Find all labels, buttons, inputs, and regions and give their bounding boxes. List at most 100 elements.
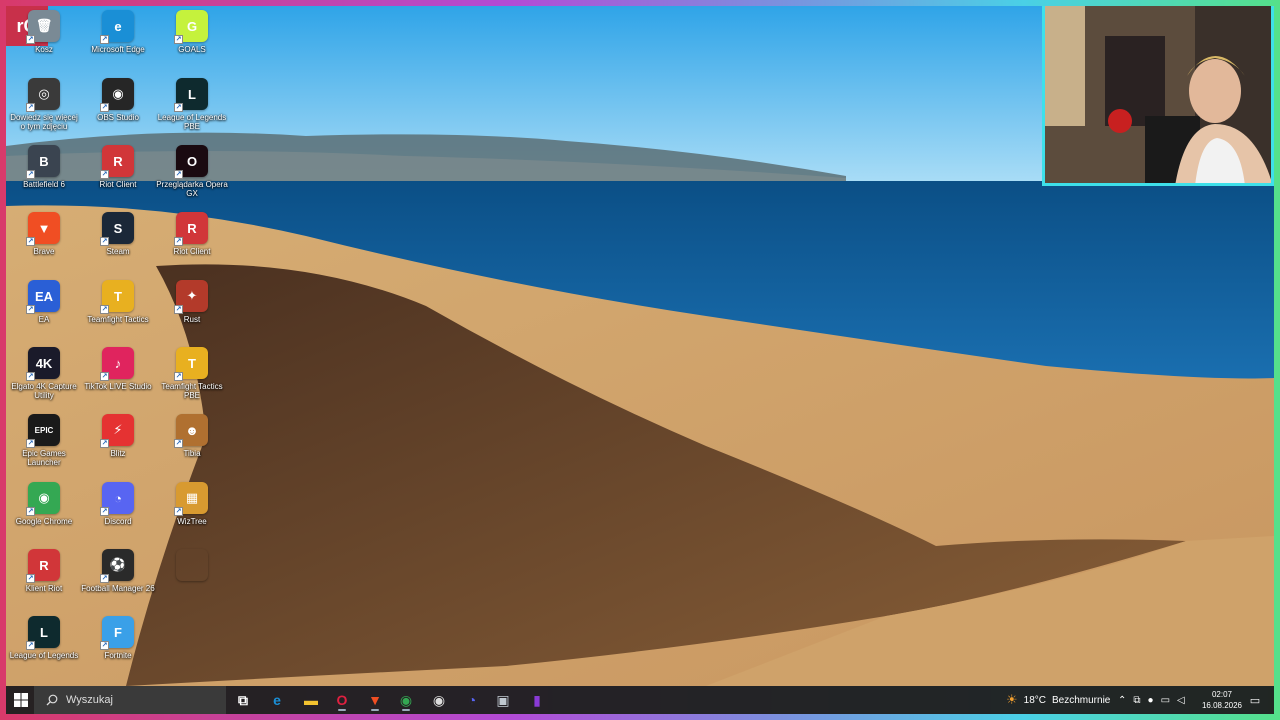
desktop-icon[interactable]: G ↗ GOALS — [155, 10, 229, 74]
taskbar-app-button[interactable]: ⧉ — [228, 688, 258, 712]
edge-icon: e ↗ — [100, 10, 134, 44]
shortcut-arrow-icon: ↗ — [26, 574, 35, 583]
shortcut-arrow-icon: ↗ — [26, 305, 35, 314]
start-button[interactable] — [6, 688, 36, 712]
shortcut-arrow-icon: ↗ — [100, 305, 109, 314]
desktop-icon[interactable]: ☻ ↗ Tibia — [155, 414, 229, 478]
desktop-icon[interactable]: B ↗ Battlefield 6 — [7, 145, 81, 209]
recycle-bin-icon: 🗑 ↗ — [26, 10, 60, 44]
desktop-icon-label: EA — [38, 315, 50, 324]
app-icon: ▣ — [496, 691, 510, 708]
shortcut-arrow-icon: ↗ — [174, 237, 183, 246]
desktop-icon[interactable]: EA ↗ EA — [7, 280, 81, 344]
taskbar-app-button[interactable]: ◉ — [391, 688, 421, 712]
desktop-icon-label: Steam — [106, 247, 130, 256]
chevron-up-icon[interactable]: ⌃ — [1118, 695, 1126, 706]
taskbar-app-button[interactable]: ◔ — [457, 688, 487, 712]
epic-icon: EPIC ↗ — [26, 414, 60, 448]
fortnite-icon: F ↗ — [100, 616, 134, 650]
desktop-icon[interactable]: R ↗ Klient Riot — [7, 549, 81, 613]
desktop-icon[interactable]: ◉ ↗ OBS Studio — [81, 78, 155, 142]
taskbar-app-button[interactable]: ▣ — [488, 688, 518, 712]
weather-desc: Bezchmurnie — [1052, 694, 1111, 706]
desktop-icon-label: Epic Games Launcher — [22, 449, 66, 467]
desktop-icon[interactable]: L ↗ League of Legends PBE — [155, 78, 229, 142]
desktop-icon[interactable]: e ↗ Microsoft Edge — [81, 10, 155, 74]
desktop-icon[interactable]: ⚽ ↗ Football Manager 26 — [81, 549, 155, 613]
desktop-icon-label: Brave — [33, 247, 55, 256]
system-tray: ⌃ ⧉ ● ▭ ◁ — [1118, 686, 1185, 714]
running-indicator — [338, 709, 346, 711]
desktop-icon[interactable]: S ↗ Steam — [81, 212, 155, 276]
notification-icon: ▭ — [1249, 694, 1261, 707]
desktop-icon[interactable]: ✦ ↗ Rust — [155, 280, 229, 344]
desktop-icon[interactable]: R ↗ Riot Client — [81, 145, 155, 209]
desktop-icon[interactable]: ◔ ↗ Discord — [81, 482, 155, 546]
tibia-icon: ☻ ↗ — [174, 414, 208, 448]
desktop-icon[interactable]: T ↗ Teamfight Tactics — [81, 280, 155, 344]
desktop-icon-label: Rust — [183, 315, 201, 324]
shortcut-arrow-icon: ↗ — [100, 641, 109, 650]
battlefield-icon: B ↗ — [26, 145, 60, 179]
weather-widget[interactable]: ☀ 18°C Bezchmurnie — [1006, 686, 1110, 714]
shortcut-arrow-icon: ↗ — [100, 35, 109, 44]
task-view-icon: ⧉ — [238, 691, 248, 708]
edge-icon: e — [273, 692, 281, 708]
shortcut-arrow-icon: ↗ — [26, 103, 35, 112]
notifications-button[interactable]: ▭ — [1240, 688, 1270, 712]
desktop-icon-label: Przeglądarka Opera GX — [156, 180, 228, 198]
desktop-icon[interactable]: ◉ ↗ Google Chrome — [7, 482, 81, 546]
desktop-icon[interactable]: O ↗ Przeglądarka Opera GX — [155, 145, 229, 209]
desktop-icon[interactable]: ▼ ↗ Brave — [7, 212, 81, 276]
desktop-icon[interactable]: F ↗ Fortnite — [81, 616, 155, 680]
rust-icon: ✦ ↗ — [174, 280, 208, 314]
taskbar-app-button[interactable]: ▼ — [360, 688, 390, 712]
desktop-icon[interactable]: ♪ ↗ TikTok LIVE Studio — [81, 347, 155, 411]
desktop-icon[interactable]: L ↗ League of Legends — [7, 616, 81, 680]
weather-temp: 18°C — [1023, 694, 1046, 706]
shortcut-arrow-icon: ↗ — [100, 170, 109, 179]
shortcut-arrow-icon: ↗ — [174, 35, 183, 44]
desktop-icon[interactable]: T ↗ Teamfight Tactics PBE — [155, 347, 229, 411]
desktop-icon[interactable]: EPIC ↗ Epic Games Launcher — [7, 414, 81, 478]
desktop-icon[interactable]: ⚡ ↗ Blitz — [81, 414, 155, 478]
desktop-icon[interactable]: 4K ↗ Elgato 4K Capture Utility — [7, 347, 81, 411]
taskbar-app-button[interactable]: ▬ — [296, 688, 326, 712]
desktop-icon[interactable]: 🗑 ↗ Kosz — [7, 10, 81, 74]
shortcut-arrow-icon: ↗ — [100, 103, 109, 112]
taskbar-app-button[interactable]: ▮ — [522, 688, 552, 712]
network-icon[interactable]: ⧉ — [1133, 695, 1140, 706]
desktop-icon[interactable]: ◎ ↗ Dowiedz się więcej o tym zdjęciu — [7, 78, 81, 142]
shortcut-arrow-icon: ↗ — [174, 372, 183, 381]
taskbar-app-button[interactable]: e — [262, 688, 292, 712]
desktop-icon-label: Football Manager 26 — [81, 584, 155, 593]
running-indicator — [402, 709, 410, 711]
brave-icon: ▼ ↗ — [26, 212, 60, 246]
taskbar-app-button[interactable]: ◉ — [424, 688, 454, 712]
football-manager-icon: ⚽ ↗ — [100, 549, 134, 583]
file-explorer-icon: ▬ — [304, 692, 318, 708]
desktop-icon[interactable]: ▦ ↗ WizTree — [155, 482, 229, 546]
desktop-icon-label: Teamfight Tactics — [87, 315, 149, 324]
taskbar-app-button[interactable]: O — [327, 688, 357, 712]
taskbar-search[interactable]: Wyszukaj — [34, 686, 226, 714]
desktop-icon[interactable]: R ↗ Riot Client — [155, 212, 229, 276]
desktop-icon-label: WizTree — [177, 517, 207, 526]
speaker-icon[interactable]: ◁ — [1177, 695, 1185, 706]
shortcut-arrow-icon: ↗ — [174, 439, 183, 448]
microphone-icon[interactable]: ● — [1148, 695, 1154, 706]
desktop-icon-label: Blitz — [110, 449, 126, 458]
shortcut-arrow-icon: ↗ — [100, 372, 109, 381]
goals-icon: G ↗ — [174, 10, 208, 44]
desktop-icon-label: League of Legends PBE — [157, 113, 227, 131]
shortcut-arrow-icon: ↗ — [100, 237, 109, 246]
system-clock[interactable]: 02:07 16.08.2026 — [1202, 689, 1242, 711]
display-icon[interactable]: ▭ — [1161, 695, 1170, 706]
chrome-icon: ◉ ↗ — [26, 482, 60, 516]
blitz-icon: ⚡ ↗ — [100, 414, 134, 448]
desktop-icon-label: Riot Client — [173, 247, 211, 256]
webcam-overlay — [1042, 6, 1274, 186]
taskbar: Wyszukaj ⧉ e ▬ O ▼ ◉ ◉ ◔ ▣ ▮ ☀ 18°C Bezchmurnie ⌃… — [6, 686, 1274, 714]
wiztree-icon: ▦ ↗ — [174, 482, 208, 516]
streamer-camera-feed — [1045, 6, 1271, 183]
